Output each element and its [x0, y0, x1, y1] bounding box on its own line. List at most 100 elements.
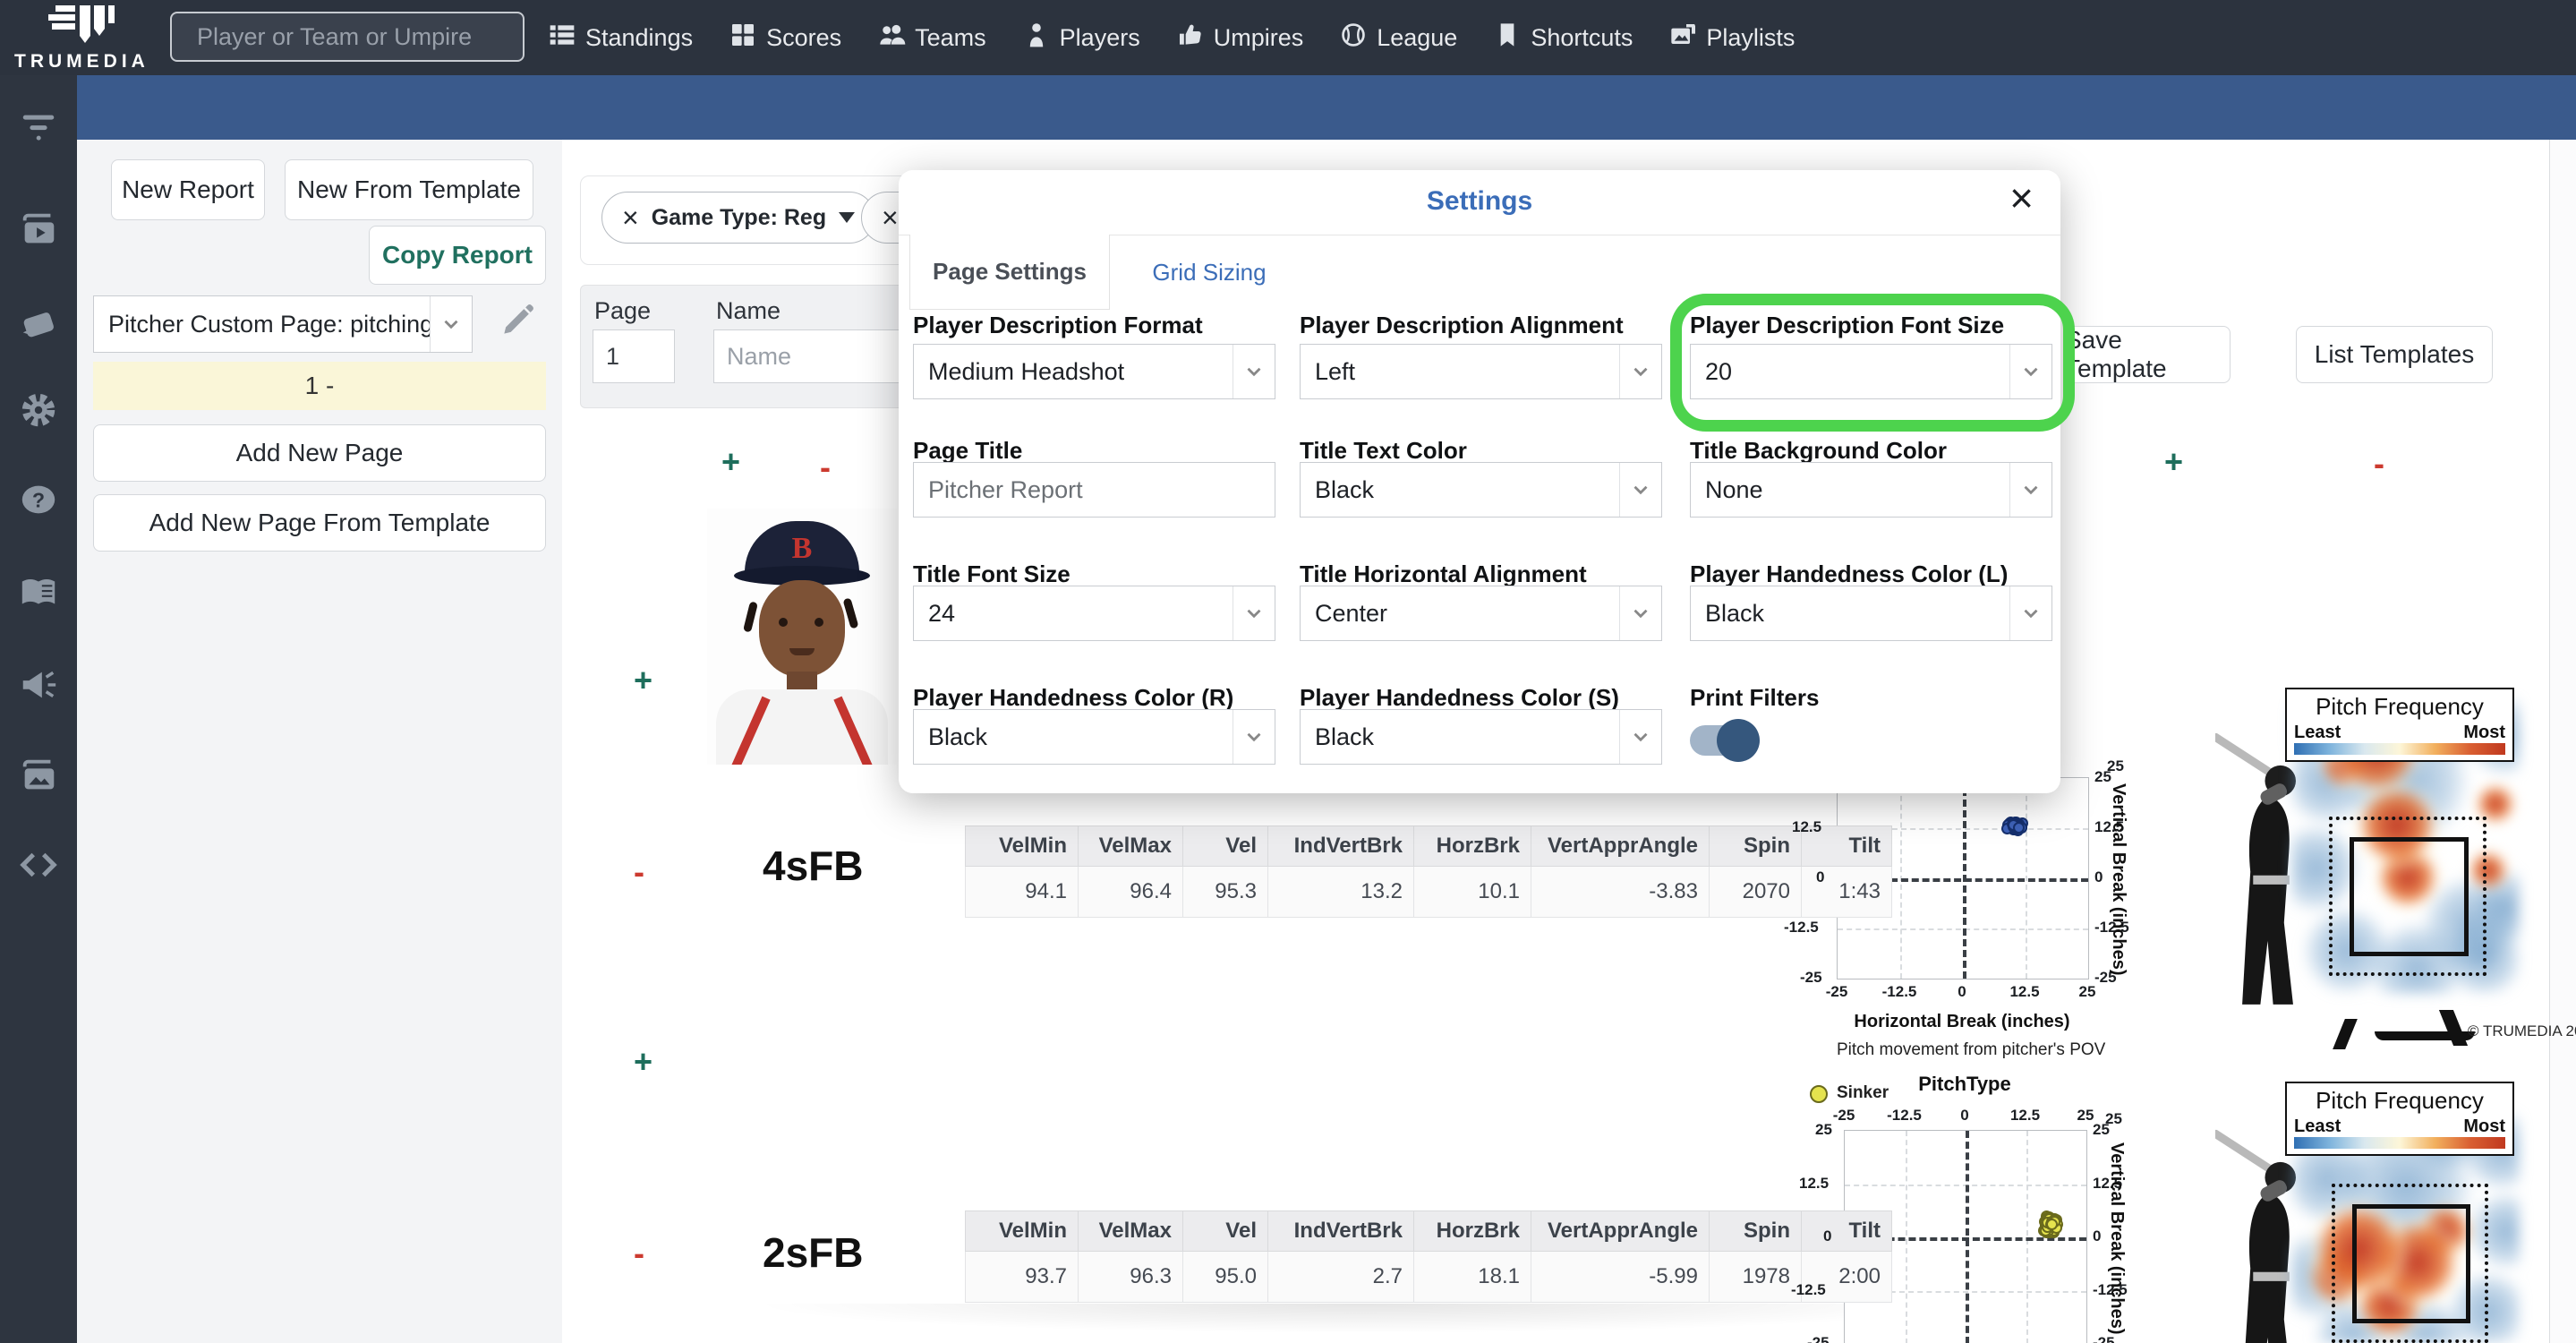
page-title-input[interactable]: [913, 462, 1275, 518]
chevron-down-icon: [839, 212, 856, 223]
table-row: 93.7 96.3 95.0 2.7 18.1 -5.99 1978 2:00: [965, 1251, 1892, 1303]
filter-icon[interactable]: [0, 100, 77, 154]
add-grid-cell-button[interactable]: +: [721, 446, 740, 478]
help-icon[interactable]: ?: [0, 473, 77, 526]
chevron-down-icon: [1619, 710, 1661, 764]
remove-grid-cell-button[interactable]: -: [634, 1237, 644, 1270]
player-description-font-size-select[interactable]: 20: [1690, 344, 2052, 399]
nav-item-league[interactable]: League: [1339, 21, 1457, 56]
chevron-down-icon: [1233, 710, 1275, 764]
close-icon[interactable]: ×: [622, 203, 639, 232]
stat-cell: 2.7: [1267, 1251, 1414, 1303]
copy-report-button[interactable]: Copy Report: [369, 226, 546, 285]
new-report-button[interactable]: New Report: [111, 159, 265, 220]
playlists-icon: [1668, 21, 1697, 56]
heatmap-legend: Pitch Frequency Least Most: [2285, 1082, 2514, 1156]
axis-tick-label: 25: [2105, 1110, 2122, 1127]
column-header: VertApprAngle: [1531, 1210, 1710, 1252]
save-template-button[interactable]: Save Template: [2064, 326, 2231, 383]
chevron-down-icon: [1619, 345, 1661, 398]
video-playlist-icon[interactable]: [0, 202, 77, 256]
add-grid-cell-button[interactable]: +: [634, 664, 653, 697]
nav-item-umpires[interactable]: Umpires: [1176, 21, 1303, 56]
nav-item-players[interactable]: Players: [1022, 21, 1140, 56]
search-input[interactable]: [195, 21, 516, 52]
extended-zone: [2332, 1184, 2488, 1343]
remove-grid-cell-button[interactable]: -: [634, 856, 644, 888]
title-background-color-select[interactable]: None: [1690, 462, 2052, 518]
player-description-alignment-select[interactable]: Left: [1300, 344, 1662, 399]
color-scale-bar: [2294, 743, 2505, 755]
screenshots-icon[interactable]: [0, 748, 77, 802]
hair: [743, 601, 758, 633]
app-root: TRUMEDIA Standings Scores Teams Players Umpi…: [0, 0, 2576, 1343]
guide-book-icon[interactable]: [0, 566, 77, 620]
column-header: VertApprAngle: [1531, 825, 1710, 867]
stat-cell: 10.1: [1413, 866, 1531, 918]
title-text-color-select[interactable]: Black: [1300, 462, 1662, 518]
title-font-size-select[interactable]: 24: [913, 586, 1275, 641]
nav-item-standings[interactable]: Standings: [548, 21, 693, 56]
toggle-knob: [1717, 719, 1760, 762]
jersey-piping: [731, 696, 771, 765]
axis-tick-label: -12.5: [1881, 983, 1917, 1000]
title-horizontal-alignment-select[interactable]: Center: [1300, 586, 1662, 641]
megaphone-icon[interactable]: [0, 657, 77, 711]
text-input[interactable]: [914, 475, 1275, 505]
stat-cell: -5.99: [1531, 1251, 1710, 1303]
field-label: Title Text Color: [1300, 437, 1467, 464]
add-new-page-from-template-button[interactable]: Add New Page From Template: [93, 494, 546, 552]
global-search[interactable]: [170, 12, 525, 62]
player-handedness-color-s-select[interactable]: Black: [1300, 709, 1662, 765]
page-label: Page: [594, 297, 652, 324]
tab-grid-sizing[interactable]: Grid Sizing: [1133, 235, 1285, 310]
remove-grid-cell-button[interactable]: -: [820, 451, 831, 483]
pitch-type-label: 2sFB: [763, 1229, 864, 1276]
stat-cell: -3.83: [1531, 866, 1710, 918]
close-icon[interactable]: ×: [882, 203, 899, 232]
close-icon[interactable]: ×: [2009, 177, 2034, 218]
stat-cell: 13.2: [1267, 866, 1414, 918]
nav-item-scores[interactable]: Scores: [729, 21, 841, 56]
list-templates-button[interactable]: List Templates: [2296, 326, 2493, 383]
filter-chip-game-type[interactable]: × Game Type: Reg: [601, 192, 876, 244]
y-axis-title: Vertical Break (inches): [2109, 783, 2128, 976]
players-icon: [1022, 21, 1051, 56]
code-icon[interactable]: [0, 838, 77, 892]
column-header: Vel: [1182, 1210, 1268, 1252]
chevron-down-icon: [1619, 463, 1661, 517]
print-filters-toggle[interactable]: [1690, 719, 1760, 762]
scale-max-label: Most: [2463, 1116, 2505, 1136]
chevron-down-icon: [1233, 345, 1275, 398]
shortcuts-icon: [1493, 21, 1522, 56]
stat-cell: 96.3: [1078, 1251, 1183, 1303]
trumedia-logo[interactable]: TRUMEDIA: [14, 4, 149, 72]
remove-grid-cell-button[interactable]: -: [2374, 448, 2384, 480]
report-select[interactable]: Pitcher Custom Page: pitching -...: [93, 295, 473, 353]
edit-pencil-icon[interactable]: [498, 301, 537, 340]
new-from-template-button[interactable]: New From Template: [285, 159, 533, 220]
add-grid-cell-button[interactable]: +: [634, 1046, 653, 1078]
nav-item-shortcuts[interactable]: Shortcuts: [1493, 21, 1633, 56]
player-handedness-color-r-select[interactable]: Black: [913, 709, 1275, 765]
add-new-page-button[interactable]: Add New Page: [93, 424, 546, 482]
settings-modal: Settings × Page Settings Grid Sizing Pla…: [899, 170, 2060, 793]
tab-page-settings[interactable]: Page Settings: [909, 235, 1110, 310]
stat-cell: 1978: [1709, 1251, 1802, 1303]
axis-tick-label: 0: [1816, 868, 1825, 885]
heatmap-title: Pitch Frequency: [2316, 1087, 2484, 1114]
player-handedness-color-l-select[interactable]: Black: [1690, 586, 2052, 641]
nav-item-teams[interactable]: Teams: [877, 21, 986, 56]
stat-cell: 18.1: [1413, 1251, 1531, 1303]
add-grid-cell-button[interactable]: +: [2164, 446, 2183, 478]
stat-cell: 1:43: [1801, 866, 1892, 918]
heatmap-title: Pitch Frequency: [2316, 693, 2484, 720]
player-description-format-select[interactable]: Medium Headshot: [913, 344, 1275, 399]
chevron-down-icon: [2009, 463, 2051, 517]
nav-item-playlists[interactable]: Playlists: [1668, 21, 1795, 56]
gear-icon[interactable]: [0, 383, 77, 437]
page-number-input[interactable]: [593, 329, 675, 383]
flashcards-icon[interactable]: [0, 294, 77, 347]
page-indicator-row[interactable]: 1 -: [93, 362, 546, 410]
legend-label: Sinker: [1837, 1083, 1889, 1102]
